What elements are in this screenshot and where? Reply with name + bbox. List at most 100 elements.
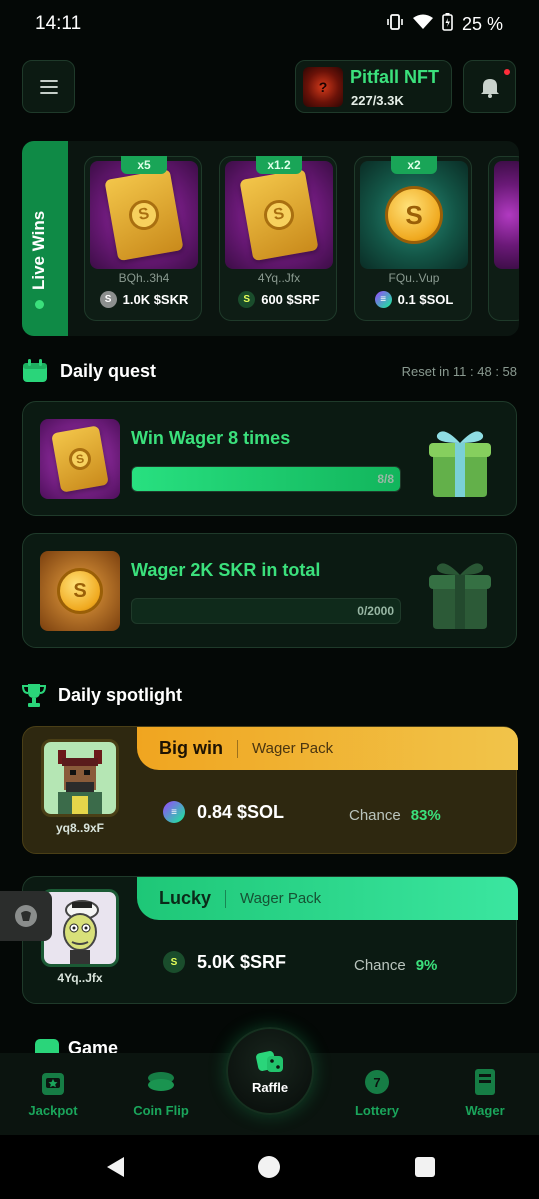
recents-icon[interactable]	[414, 1156, 436, 1178]
spotlight-type: Wager Pack	[252, 740, 334, 757]
srf-coin-icon: S	[163, 951, 185, 973]
battery-percent: 25 %	[461, 14, 503, 34]
multiplier-badge: x5	[121, 156, 167, 174]
win-amount: ≡ 0.1 $SOL	[355, 291, 473, 308]
win-amount: S 600 $SRF	[220, 291, 338, 308]
gold-pack-image: S	[225, 161, 333, 269]
status-icons: 25 %	[386, 13, 503, 36]
chance-label: Chance	[349, 807, 401, 824]
spotlight-amount-text: 0.84 $SOL	[197, 801, 285, 822]
shield-icon	[15, 905, 37, 927]
quest-title: Win Wager 8 times	[131, 428, 291, 448]
quest-reset-timer: Reset in 11 : 48 : 58	[401, 364, 517, 379]
spotlight-user: 4Yq..Jfx	[57, 971, 103, 985]
live-dot	[34, 300, 44, 309]
daily-quest-heading: Daily quest	[22, 359, 156, 383]
home-icon[interactable]	[257, 1155, 281, 1179]
nav-raffle[interactable]: Raffle	[226, 1027, 314, 1115]
quest-progress-text: 0/2000	[357, 604, 394, 618]
menu-icon	[39, 79, 58, 94]
quest-progress-bar: 0/2000	[131, 598, 401, 624]
nav-coin-flip-label: Coin Flip	[133, 1103, 189, 1118]
back-icon[interactable]	[104, 1155, 126, 1179]
spotlight-badge: Big win	[159, 738, 223, 758]
daily-spotlight-title: Daily spotlight	[58, 684, 183, 705]
nav-lottery-label: Lottery	[354, 1103, 400, 1118]
sol-coin-icon: ≡	[374, 291, 392, 308]
status-bar: 14:11 25 %	[0, 0, 539, 48]
gold-coin-image: S	[360, 161, 468, 269]
gold-coin-image: S	[40, 551, 120, 631]
live-win-card[interactable]: S x1.2 4Yq..Jfx S 600 $SRF	[219, 156, 337, 321]
spotlight-chance: Chance 83%	[349, 807, 441, 824]
nft-thumb-glyph: ?	[318, 79, 328, 95]
notifications-button[interactable]	[463, 60, 516, 113]
quest-progress-fill	[132, 467, 400, 491]
nav-wager-label: Wager	[465, 1103, 505, 1118]
floating-overlay-button[interactable]	[0, 891, 52, 941]
win-amount-text: 1.0K $SKR	[122, 292, 189, 307]
nft-title: Pitfall NFT	[350, 67, 439, 87]
quest-card[interactable]: S Win Wager 8 times 8/8	[22, 401, 517, 516]
live-win-card-partial[interactable]	[488, 156, 519, 321]
coins-icon	[148, 1072, 174, 1091]
nav-lottery[interactable]: 7 Lottery	[332, 1067, 422, 1118]
nav-coin-flip[interactable]: Coin Flip	[116, 1067, 206, 1118]
win-amount-text: 0.1 $SOL	[397, 292, 454, 307]
daily-quest-title: Daily quest	[60, 360, 157, 381]
chance-value: 9%	[415, 957, 438, 974]
nav-wager[interactable]: Wager	[440, 1067, 530, 1118]
multiplier-badge: x1.2	[256, 156, 302, 174]
trophy-icon	[22, 684, 46, 707]
quest-progress-text: 8/8	[377, 472, 394, 486]
system-nav-bar	[0, 1135, 539, 1199]
winner-name: FQu..Vup	[388, 271, 440, 285]
wager-icon	[475, 1069, 495, 1095]
nft-collection-button[interactable]: ? Pitfall NFT 227/3.3K	[295, 60, 452, 113]
notification-dot	[504, 69, 510, 75]
dice-icon	[256, 1050, 283, 1072]
svg-text:7: 7	[373, 1075, 380, 1090]
multiplier-badge: x2	[391, 156, 437, 174]
gold-pack-image: S	[40, 419, 120, 499]
slot-machine-icon	[42, 1073, 64, 1095]
status-time: 14:11	[35, 13, 82, 34]
win-amount: S 1.0K $SKR	[85, 291, 203, 308]
live-win-card[interactable]: S x2 FQu..Vup ≡ 0.1 $SOL	[354, 156, 472, 321]
gift-box-icon	[429, 563, 491, 629]
sol-coin-icon: ≡	[163, 801, 185, 823]
avatar	[41, 739, 119, 817]
srf-coin-icon: S	[238, 291, 256, 308]
spotlight-card-big-win[interactable]: Big win Wager Pack yq8..9xF ≡ 0.84 $SOL …	[22, 726, 518, 854]
menu-button[interactable]	[22, 60, 75, 113]
spotlight-card-lucky[interactable]: Lucky Wager Pack 4Yq..Jfx S 5.0K $SRF Ch…	[22, 876, 518, 1004]
nav-jackpot[interactable]: Jackpot	[8, 1067, 98, 1118]
spotlight-chance: Chance 9%	[354, 957, 437, 974]
quest-card[interactable]: S Wager 2K SKR in total 0/2000	[22, 533, 517, 648]
spotlight-ribbon: Big win Wager Pack	[137, 727, 518, 770]
live-wins-panel: Live Wins S x5 BQh..3h4 S 1.0K $SKR S x1…	[22, 141, 519, 336]
quest-progress-bar: 8/8	[131, 466, 401, 492]
chance-value: 83%	[410, 807, 441, 824]
card-image-partial	[494, 161, 519, 269]
avatar	[41, 889, 119, 967]
wifi-icon	[412, 14, 433, 35]
vibrate-icon	[386, 13, 404, 36]
live-win-card[interactable]: S x5 BQh..3h4 S 1.0K $SKR	[84, 156, 202, 321]
gift-box-icon[interactable]	[421, 419, 499, 499]
gold-pack-image: S	[90, 161, 198, 269]
battery-icon	[442, 13, 453, 36]
quest-title: Wager 2K SKR in total	[131, 560, 321, 580]
daily-spotlight-heading: Daily spotlight	[22, 682, 182, 708]
spotlight-badge: Lucky	[159, 888, 212, 908]
spotlight-ribbon: Lucky Wager Pack	[137, 877, 518, 920]
ribbon-divider	[237, 739, 238, 758]
skr-coin-icon: S	[99, 291, 117, 308]
spotlight-type: Wager Pack	[240, 890, 322, 907]
live-wins-label: Live Wins	[29, 211, 49, 309]
spotlight-amount-text: 5.0K $SRF	[197, 951, 287, 972]
nav-jackpot-label: Jackpot	[28, 1103, 78, 1118]
winner-name: BQh..3h4	[118, 271, 170, 285]
nav-raffle-label: Raffle	[251, 1079, 289, 1095]
lottery-ball-icon: 7	[365, 1070, 389, 1094]
